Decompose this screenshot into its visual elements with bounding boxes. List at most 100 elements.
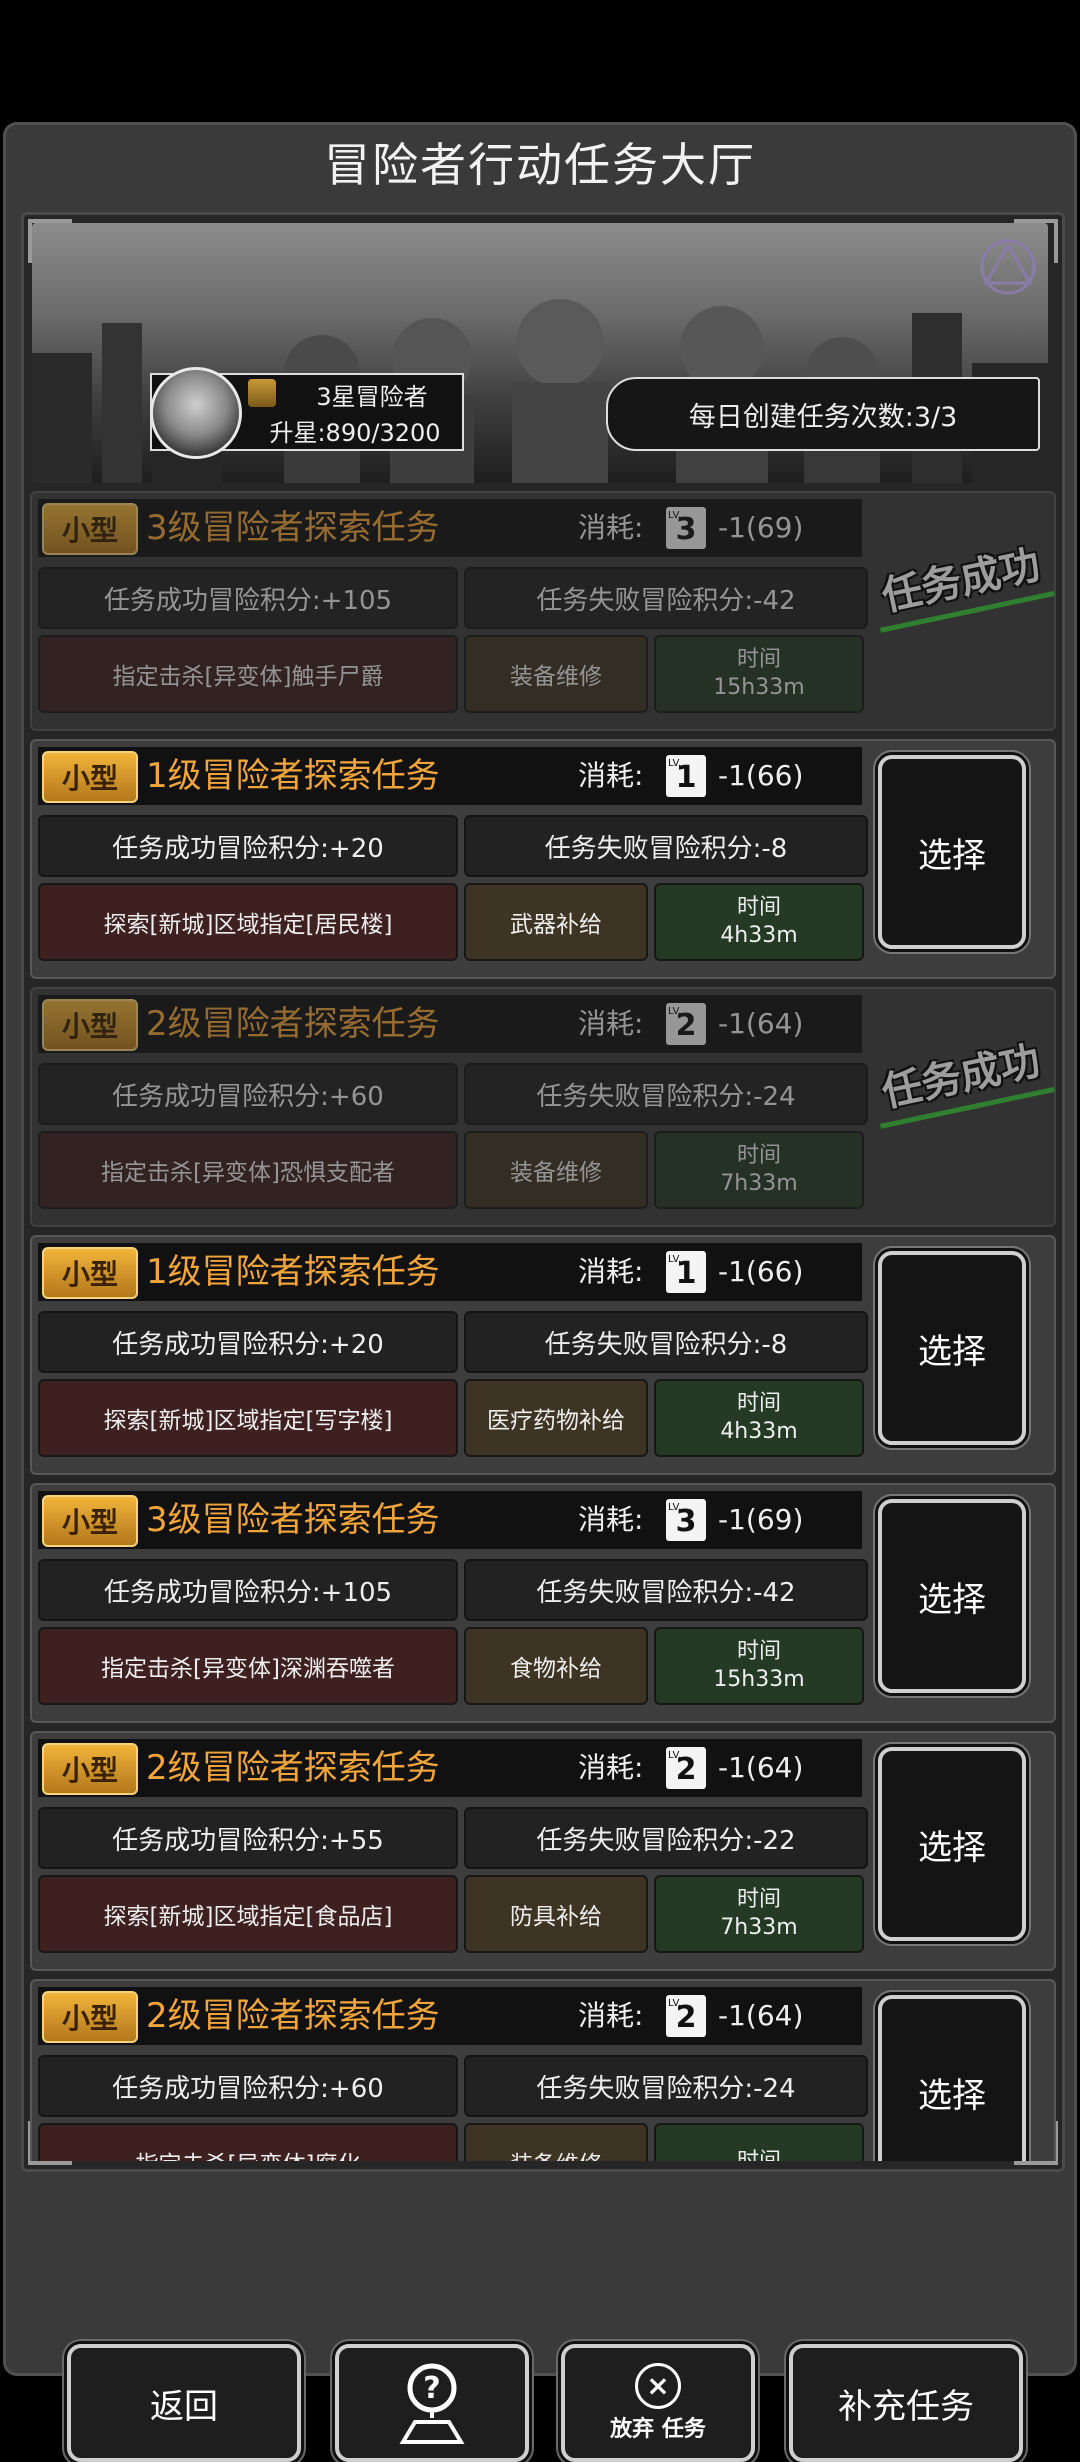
abandon-task-button[interactable]: × 放弃 任务	[561, 2344, 755, 2462]
task-header: 小型2级冒险者探索任务 消耗: 2 -1(64)	[38, 1733, 862, 1797]
task-header: 小型1级冒险者探索任务 消耗: 1 -1(66)	[38, 741, 862, 805]
window-title: 冒险者行动任务大厅	[324, 138, 756, 192]
level-ticket-icon: 3	[666, 493, 706, 549]
fail-score: 任务失败冒险积分:-8	[464, 815, 868, 877]
time-label: 时间	[736, 1639, 781, 1664]
select-label: 选择	[918, 2075, 986, 2116]
task-objective: 指定击杀[异变体]恐惧支配者	[38, 1131, 458, 1209]
task-header: 小型3级冒险者探索任务 消耗: 3 -1(69)	[38, 493, 862, 557]
select-task-button[interactable]: 选择	[878, 755, 1026, 949]
task-card[interactable]: 小型2级冒险者探索任务 消耗: 2 -1(64) 任务成功冒险积分:+55任务失败冒险积…	[30, 1731, 1056, 1971]
success-score: 任务成功冒险积分:+105	[38, 567, 458, 629]
task-card[interactable]: 小型1级冒险者探索任务 消耗: 1 -1(66) 任务成功冒险积分:+20任务失败冒险积…	[30, 739, 1056, 979]
level-ticket-icon: 2	[666, 1733, 706, 1789]
success-score: 任务成功冒险积分:+20	[38, 1311, 458, 1373]
task-objective: 探索[新城]区域指定[写字楼]	[38, 1379, 458, 1457]
cost-label: 消耗:	[578, 759, 644, 792]
abandon-task-label: 放弃 任务	[610, 2417, 706, 2442]
task-title: 2级冒险者探索任务	[146, 1004, 440, 1044]
task-reward: 食物补给	[464, 1627, 648, 1705]
fail-score: 任务失败冒险积分:-8	[464, 1311, 868, 1373]
task-time: 时间 4h33m	[654, 883, 864, 961]
task-card: 小型3级冒险者探索任务 消耗: 3 -1(69) 任务成功冒险积分:+105任务失败冒险…	[30, 491, 1056, 731]
task-size-badge: 小型	[42, 503, 138, 555]
task-time: 时间 7h33m	[654, 1875, 864, 1953]
select-label: 选择	[918, 1579, 986, 1620]
task-success-stamp: 任务成功	[868, 533, 1055, 629]
task-title: 2级冒险者探索任务	[146, 1748, 440, 1788]
success-score: 任务成功冒险积分:+20	[38, 815, 458, 877]
task-time: 时间 15h33m	[654, 635, 864, 713]
success-score: 任务成功冒险积分:+55	[38, 1807, 458, 1869]
success-score: 任务成功冒险积分:+60	[38, 2055, 458, 2117]
cost-label: 消耗:	[578, 1751, 644, 1784]
task-card: 小型2级冒险者探索任务 消耗: 2 -1(64) 任务成功冒险积分:+60任务失败冒险积…	[30, 987, 1056, 1227]
avatar[interactable]	[150, 367, 242, 459]
task-time: 时间 7h33m	[654, 1131, 864, 1209]
select-label: 选择	[918, 1827, 986, 1868]
task-reward: 武器补给	[464, 883, 648, 961]
task-header: 小型2级冒险者探索任务 消耗: 2 -1(64)	[38, 989, 862, 1053]
task-objective: 探索[新城]区域指定[居民楼]	[38, 883, 458, 961]
time-label: 时间	[736, 1143, 781, 1168]
time-value: 4h33m	[720, 1419, 798, 1444]
cost-value: -1(64)	[718, 1751, 804, 1784]
time-value: 15h33m	[713, 1667, 805, 1692]
cost-value: -1(66)	[718, 759, 804, 792]
task-reward: 装备维修	[464, 2123, 648, 2161]
refill-tasks-button[interactable]: 补充任务	[789, 2344, 1023, 2462]
svg-text:?: ?	[423, 2371, 440, 2406]
adventurer-banner: 3星冒险者 升星:890/3200 每日创建任务次数:3/3	[32, 223, 1048, 483]
help-map-pin-icon: ?	[399, 2363, 465, 2444]
task-list[interactable]: 小型3级冒险者探索任务消耗:3-1(69)任务成功冒险积分:+105任务失败冒险…	[24, 491, 1062, 2161]
cost-label: 消耗:	[578, 1503, 644, 1536]
task-time: 时间 15h33m	[654, 1627, 864, 1705]
task-card[interactable]: 小型3级冒险者探索任务 消耗: 3 -1(69) 任务成功冒险积分:+105任务失败冒险…	[30, 1483, 1056, 1723]
time-label: 时间	[736, 1887, 781, 1912]
fail-score: 任务失败冒险积分:-42	[464, 567, 868, 629]
cost-label: 消耗:	[578, 1007, 644, 1040]
task-size-badge: 小型	[42, 1247, 138, 1299]
fail-score: 任务失败冒险积分:-22	[464, 1807, 868, 1869]
select-task-button[interactable]: 选择	[878, 1251, 1026, 1445]
task-size-badge: 小型	[42, 999, 138, 1051]
task-card[interactable]: 小型1级冒险者探索任务 消耗: 1 -1(66) 任务成功冒险积分:+20任务失败冒险积…	[30, 1235, 1056, 1475]
task-hall-window: 冒险者行动任务大厅 3星冒险者 升星:890/3200 每日创建任务次数:3/3…	[3, 122, 1077, 2462]
task-card[interactable]: 小型2级冒险者探索任务 消耗: 2 -1(64) 任务成功冒险积分:+60任务失败冒险积…	[30, 1979, 1056, 2161]
time-label: 时间	[736, 1391, 781, 1416]
time-value: 15h33m	[713, 675, 805, 700]
fail-score: 任务失败冒险积分:-24	[464, 2055, 868, 2117]
player-rank-box: 3星冒险者 升星:890/3200	[150, 367, 464, 459]
task-header: 小型3级冒险者探索任务 消耗: 3 -1(69)	[38, 1485, 862, 1549]
task-objective: 探索[新城]区域指定[食品店]	[38, 1875, 458, 1953]
close-icon: ×	[635, 2363, 681, 2409]
task-title: 1级冒险者探索任务	[146, 756, 440, 796]
time-label: 时间	[736, 895, 781, 920]
daily-task-counter: 每日创建任务次数:3/3	[606, 377, 1040, 451]
task-header: 小型1级冒险者探索任务 消耗: 1 -1(66)	[38, 1237, 862, 1301]
task-size-badge: 小型	[42, 1743, 138, 1795]
level-ticket-icon: 2	[666, 1981, 706, 2037]
task-header: 小型2级冒险者探索任务 消耗: 2 -1(64)	[38, 1981, 862, 2045]
refill-tasks-label: 补充任务	[838, 2386, 974, 2427]
success-score: 任务成功冒险积分:+60	[38, 1063, 458, 1125]
time-value: 4h33m	[720, 923, 798, 948]
back-button[interactable]: 返回	[67, 2344, 301, 2462]
task-title: 2级冒险者探索任务	[146, 1996, 440, 2036]
task-success-stamp: 任务成功	[868, 1029, 1055, 1125]
cost-label: 消耗:	[578, 1255, 644, 1288]
task-objective: 指定击杀[异变体]深渊吞噬者	[38, 1627, 458, 1705]
task-objective: 指定击杀[异变体]腐化	[38, 2123, 458, 2161]
cost-value: -1(69)	[718, 1503, 804, 1536]
select-label: 选择	[918, 835, 986, 876]
cost-value: -1(64)	[718, 1999, 804, 2032]
help-button[interactable]: ?	[335, 2344, 529, 2462]
select-task-button[interactable]: 选择	[878, 1499, 1026, 1693]
task-size-badge: 小型	[42, 751, 138, 803]
level-ticket-icon: 2	[666, 989, 706, 1045]
select-task-button[interactable]: 选择	[878, 1995, 1026, 2161]
task-reward: 装备维修	[464, 635, 648, 713]
task-time: 时间 4h33m	[654, 1379, 864, 1457]
select-task-button[interactable]: 选择	[878, 1747, 1026, 1941]
select-label: 选择	[918, 1331, 986, 1372]
